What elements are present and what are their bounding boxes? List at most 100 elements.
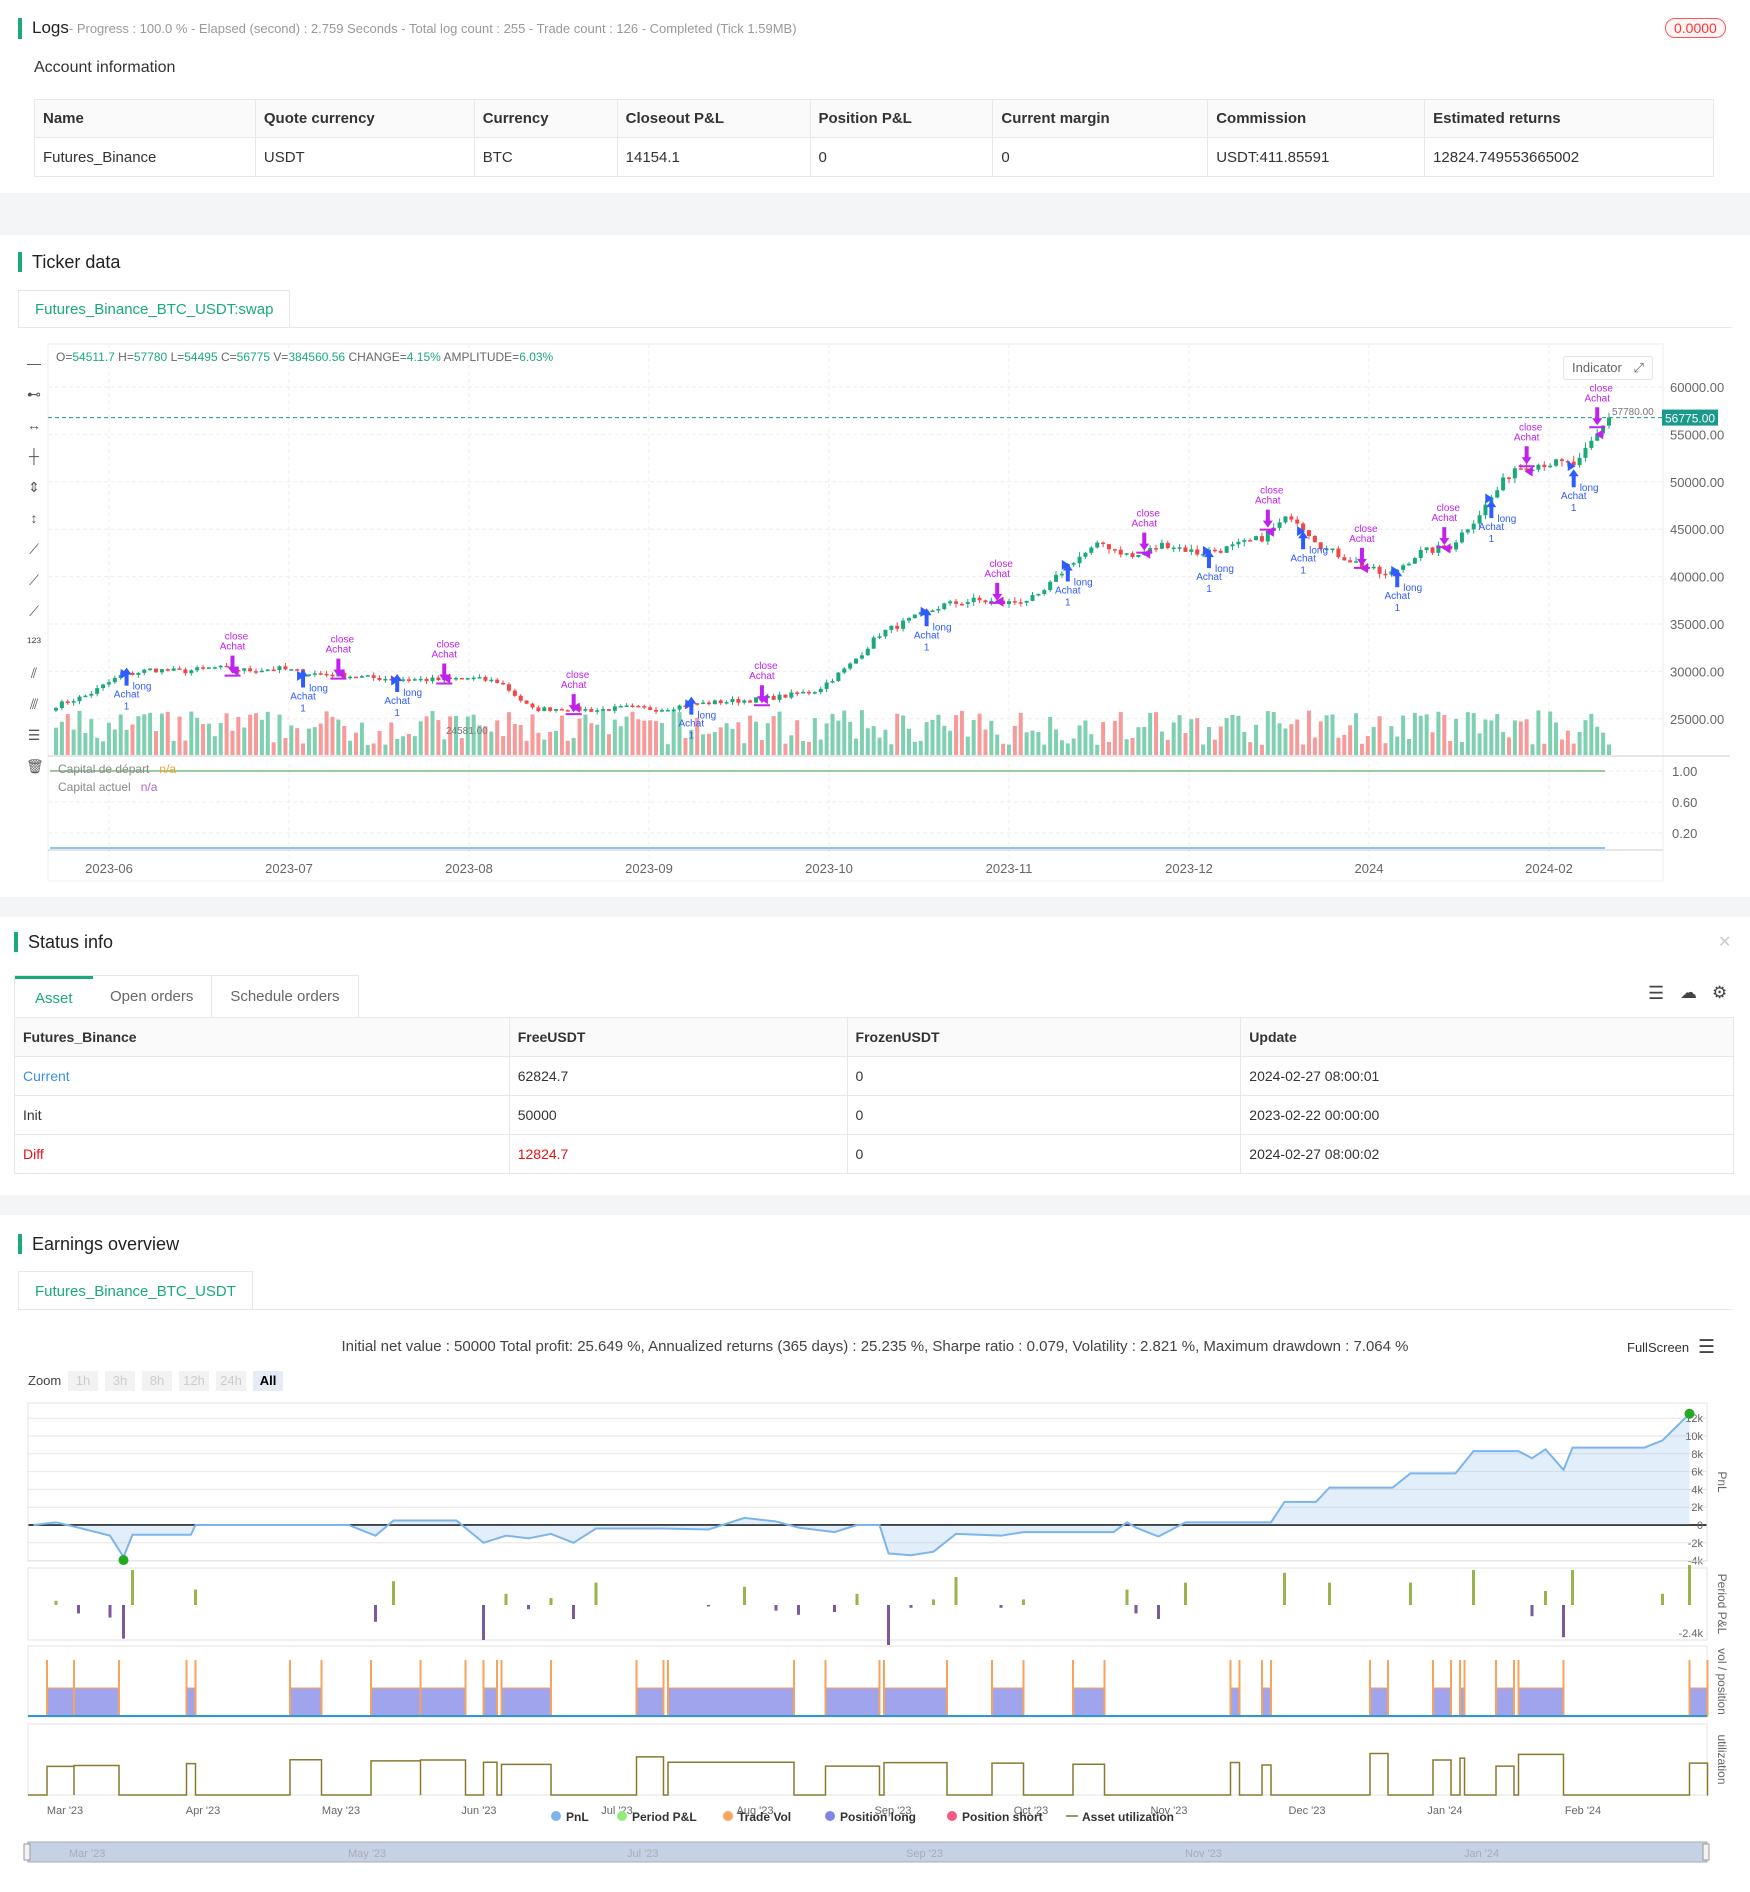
volume-bar	[866, 728, 870, 755]
volume-bar	[660, 723, 664, 755]
earnings-title: Earnings overview	[18, 1234, 179, 1254]
period-pnl-bar	[775, 1605, 778, 1611]
candle	[495, 680, 499, 683]
zoom-8h[interactable]: 8h	[142, 1371, 172, 1391]
profit-badge: 0.0000	[1665, 18, 1726, 38]
volume-bar	[1589, 714, 1593, 755]
period-pnl-bar	[1409, 1583, 1412, 1605]
volume-bar	[919, 741, 923, 755]
tab-schedule-orders[interactable]: Schedule orders	[212, 976, 358, 1017]
volume-bar	[766, 723, 770, 755]
candle	[801, 692, 805, 694]
volume-bar	[1436, 712, 1440, 755]
column-header: FrozenUSDT	[847, 1018, 1241, 1057]
tab-asset[interactable]: Asset	[15, 976, 93, 1017]
fullscreen-button[interactable]: FullScreen	[1627, 1340, 1689, 1355]
period-pnl-bar	[1544, 1591, 1547, 1605]
candle	[360, 676, 364, 678]
zoom-1h[interactable]: 1h	[68, 1371, 98, 1391]
cloud-download-icon[interactable]: ☁	[1680, 983, 1697, 1003]
volume-bar	[372, 743, 376, 755]
candle	[819, 689, 823, 692]
volume-bar	[1313, 737, 1317, 755]
candle	[272, 670, 276, 672]
tab-ticker-symbol[interactable]: Futures_Binance_BTC_USDT:swap	[18, 290, 290, 328]
volume-bar	[825, 723, 829, 755]
volume-bar	[1478, 733, 1482, 755]
section-divider	[0, 1195, 1750, 1215]
candle	[1383, 574, 1387, 576]
candle	[1519, 468, 1523, 470]
signal-label: Achat	[1255, 496, 1281, 507]
volume-bar	[754, 722, 758, 755]
volume-bar	[748, 716, 752, 755]
navigator	[28, 1842, 1707, 1862]
candle	[66, 701, 70, 703]
volume-bar	[130, 724, 134, 755]
volume-bar	[630, 712, 634, 755]
candle	[1407, 564, 1411, 566]
volume-bar	[1266, 711, 1270, 755]
candle	[666, 710, 670, 712]
zoom-12h[interactable]: 12h	[179, 1371, 209, 1391]
tab-open-orders[interactable]: Open orders	[93, 976, 212, 1017]
position-long-bar	[637, 1688, 664, 1716]
candle	[1289, 516, 1293, 519]
status-title: Status info	[14, 932, 113, 952]
volume-bar	[913, 742, 917, 755]
zoom-3h[interactable]: 3h	[105, 1371, 135, 1391]
table-cell[interactable]: Current	[15, 1057, 510, 1096]
pnl-tick-label: 6k	[1691, 1467, 1703, 1479]
candle	[701, 702, 705, 704]
volume-bar	[1095, 745, 1099, 755]
volume-bar	[931, 720, 935, 755]
list-icon[interactable]: ☰	[1648, 983, 1664, 1004]
date-tick-label: Jan '24	[1427, 1805, 1462, 1817]
candle	[901, 621, 905, 629]
candle	[1536, 465, 1540, 470]
divider	[18, 327, 1732, 328]
signal-qty: 1	[689, 731, 695, 742]
close-icon[interactable]: ✕	[1718, 932, 1731, 952]
candle	[831, 681, 835, 683]
navigator-handle-left[interactable]	[24, 1844, 30, 1860]
volume-bar	[1101, 722, 1105, 755]
column-header: Update	[1241, 1018, 1734, 1057]
zoom-24h[interactable]: 24h	[216, 1371, 246, 1391]
candle	[595, 710, 599, 712]
candlestick-chart[interactable]: 60000.0055000.0050000.0045000.0040000.00…	[0, 340, 1750, 885]
candle	[1131, 553, 1135, 557]
period-pnl-bar	[1571, 1570, 1574, 1605]
volume-bar	[1354, 713, 1358, 755]
menu-icon[interactable]: ☰	[1698, 1336, 1715, 1359]
exit-triangle-icon	[1442, 543, 1450, 553]
candle	[730, 699, 734, 702]
gear-icon[interactable]: ⚙	[1712, 983, 1727, 1003]
candle	[807, 692, 811, 694]
navigator-handle-right[interactable]	[1703, 1844, 1709, 1860]
volume-bar	[1201, 744, 1205, 755]
candle	[648, 707, 652, 710]
volume-bar	[1278, 723, 1282, 755]
candle	[148, 669, 152, 671]
volume-bar	[1501, 732, 1505, 755]
candle	[207, 667, 211, 669]
candle	[213, 667, 217, 669]
zoom-All[interactable]: All	[253, 1371, 283, 1391]
volume-bar	[1554, 723, 1558, 755]
period-pnl-bar	[887, 1605, 890, 1645]
candle	[1095, 543, 1099, 548]
volume-bar	[72, 730, 76, 755]
volume-bar	[1119, 712, 1123, 755]
candle	[1060, 574, 1064, 576]
earnings-chart[interactable]: 12k10k8k6k4k2k0-2k-4kPnLPeriod P&Lvol / …	[0, 1395, 1750, 1892]
volume-bar	[1542, 744, 1546, 755]
tab-earnings-symbol[interactable]: Futures_Binance_BTC_USDT	[18, 1271, 253, 1310]
date-tick-label: 2023-06	[85, 861, 133, 876]
legend-capital-depart: Capital de départ n/a	[58, 762, 176, 776]
price-tick-label: 45000.00	[1670, 522, 1724, 537]
column-header: Current margin	[993, 100, 1208, 138]
candle	[383, 679, 387, 681]
candle	[507, 684, 511, 690]
column-header: Currency	[474, 100, 617, 138]
